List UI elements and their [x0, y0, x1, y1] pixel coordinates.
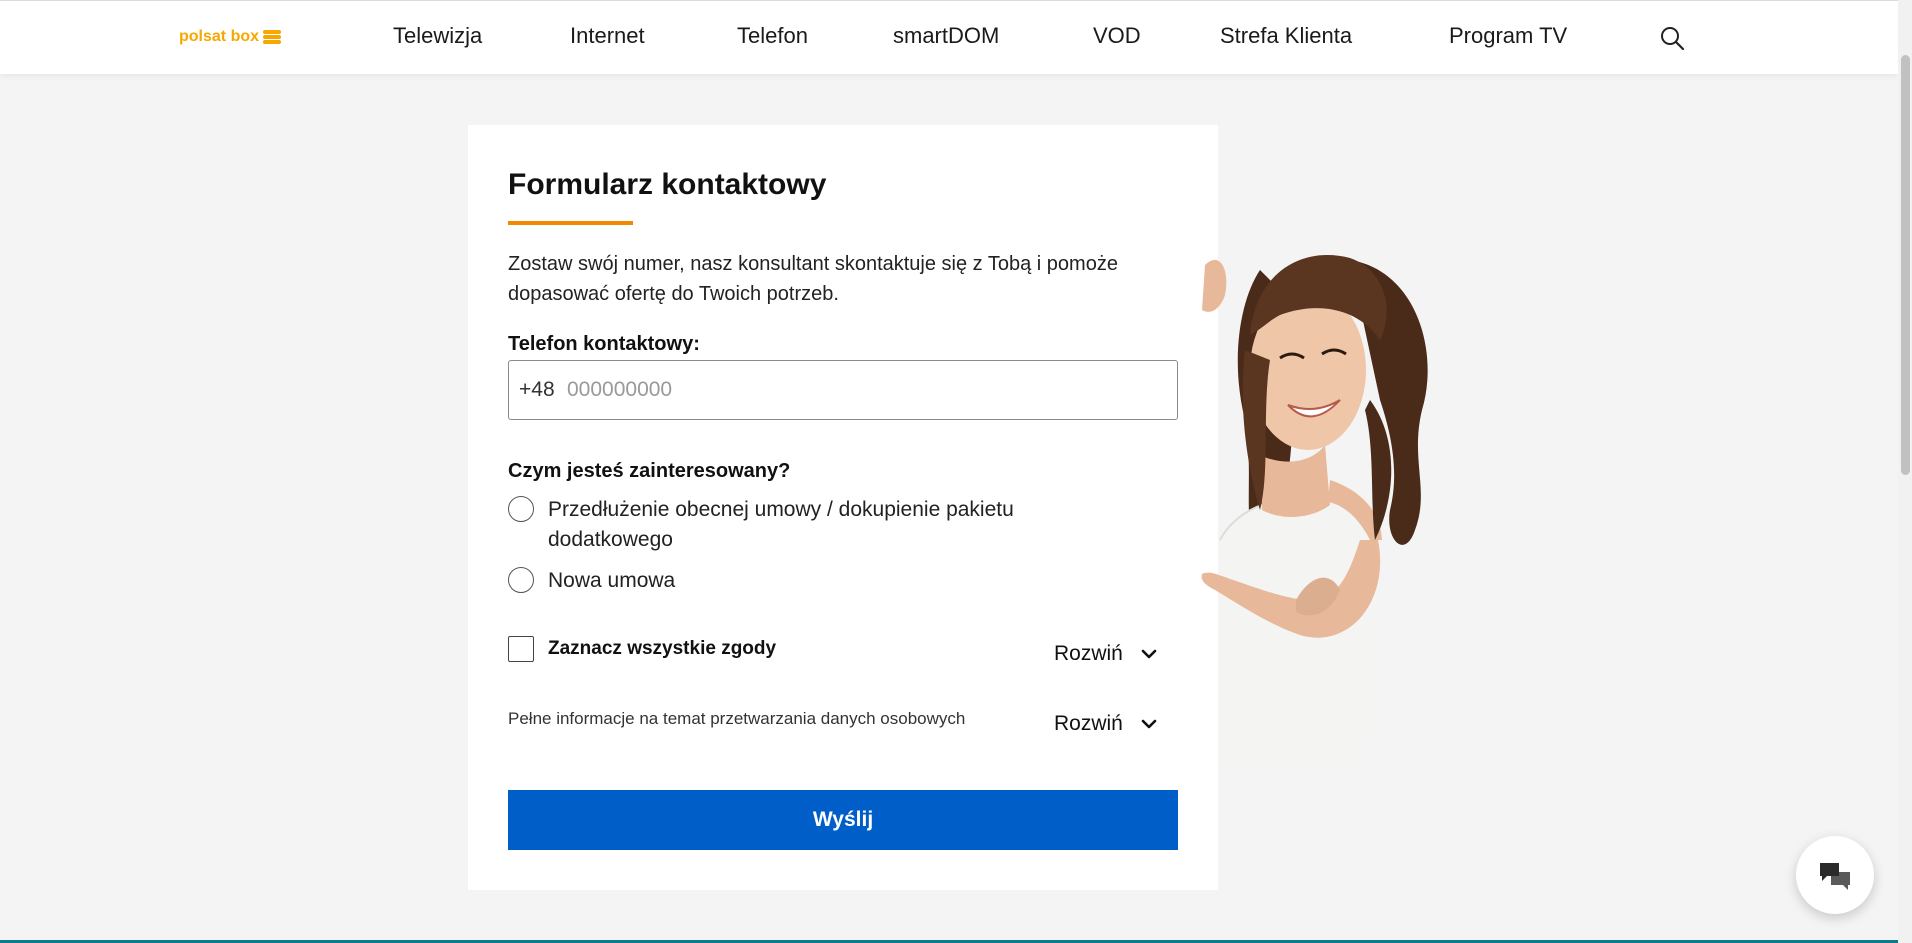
radio-option-new-contract[interactable]: Nowa umowa — [508, 566, 1108, 596]
chat-button[interactable] — [1796, 836, 1874, 914]
phone-field[interactable]: +48 — [508, 360, 1178, 420]
woman-pointing-image — [1201, 255, 1428, 770]
phone-prefix: +48 — [519, 378, 555, 401]
form-title: Formularz kontaktowy — [508, 168, 827, 201]
nav-telefon[interactable]: Telefon — [737, 23, 808, 49]
search-icon[interactable] — [1659, 25, 1685, 51]
title-underline — [508, 221, 633, 225]
polsat-box-logo[interactable]: polsat box — [179, 28, 282, 46]
logo-mark-icon — [263, 29, 282, 45]
data-processing-info: Pełne informacje na temat przetwarzania … — [508, 709, 966, 728]
site-header: polsat box Telewizja Internet Telefon sm… — [0, 0, 1898, 74]
expand-info-button[interactable]: Rozwiń — [1054, 712, 1157, 736]
submit-button[interactable]: Wyślij — [508, 790, 1178, 850]
nav-internet[interactable]: Internet — [570, 23, 645, 49]
phone-input[interactable] — [567, 369, 1157, 411]
nav-vod[interactable]: VOD — [1093, 23, 1141, 49]
contact-form-card: Formularz kontaktowy Zostaw swój numer, … — [468, 125, 1218, 890]
nav-program-tv[interactable]: Program TV — [1449, 23, 1567, 49]
expand-consents-button[interactable]: Rozwiń — [1054, 642, 1157, 666]
page-scrollbar[interactable] — [1898, 0, 1912, 943]
radio-button[interactable] — [508, 567, 534, 593]
chat-bubbles-icon — [1820, 863, 1850, 890]
logo-text: polsat box — [179, 28, 260, 45]
form-intro: Zostaw swój numer, nasz konsultant skont… — [508, 253, 1118, 305]
expand-label: Rozwiń — [1054, 712, 1123, 735]
chevron-down-icon — [1141, 649, 1157, 659]
radio-label: Nowa umowa — [548, 569, 676, 592]
nav-telewizja[interactable]: Telewizja — [393, 23, 482, 49]
phone-label: Telefon kontaktowy: — [508, 333, 700, 355]
chevron-down-icon — [1141, 719, 1157, 729]
radio-option-extension[interactable]: Przedłużenie obecnej umowy / dokupienie … — [508, 495, 1108, 555]
radio-label: Przedłużenie obecnej umowy / dokupienie … — [548, 498, 1014, 551]
radio-button[interactable] — [508, 496, 534, 522]
nav-strefa-klienta[interactable]: Strefa Klienta — [1220, 23, 1352, 49]
expand-label: Rozwiń — [1054, 642, 1123, 665]
select-all-consents-checkbox[interactable] — [508, 636, 534, 662]
nav-smartdom[interactable]: smartDOM — [893, 23, 999, 49]
select-all-consents-label: Zaznacz wszystkie zgody — [548, 638, 777, 659]
interest-label: Czym jesteś zainteresowany? — [508, 460, 791, 482]
scrollbar-thumb[interactable] — [1901, 55, 1910, 475]
